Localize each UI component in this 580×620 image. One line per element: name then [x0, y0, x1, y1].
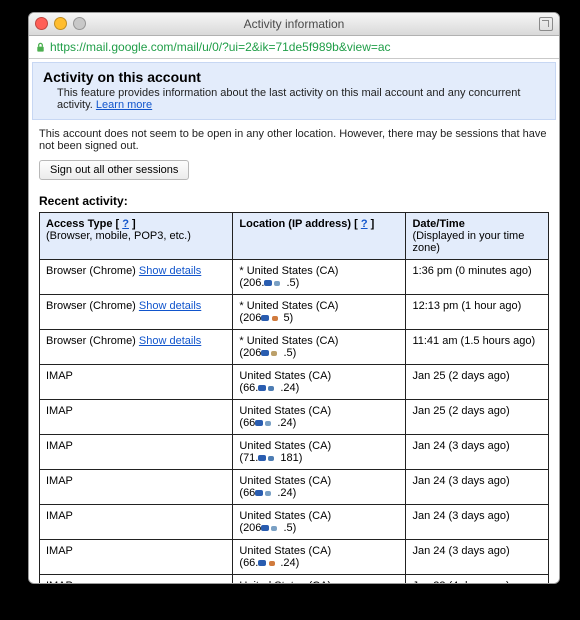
- table-row: IMAPUnited States (CA)(66.24)Jan 24 (3 d…: [40, 470, 549, 505]
- titlebar: Activity information: [29, 13, 559, 36]
- zoom-icon[interactable]: [73, 17, 86, 30]
- cell-access-type: Browser (Chrome) Show details: [40, 295, 233, 330]
- table-row: IMAPUnited States (CA)(206.5)Jan 24 (3 d…: [40, 505, 549, 540]
- cell-location: United States (CA)(71.181): [233, 435, 406, 470]
- table-row: IMAPUnited States (CA)(66..24)Jan 25 (2 …: [40, 365, 549, 400]
- banner-text: This feature provides information about …: [57, 87, 545, 111]
- location-help-link[interactable]: ?: [361, 218, 368, 230]
- redacted-ip-icon: [261, 348, 283, 358]
- popout-icon[interactable]: [539, 17, 553, 31]
- cell-location: United States (CA)(66..24): [233, 540, 406, 575]
- access-help-link[interactable]: ?: [122, 218, 129, 230]
- cell-date: Jan 24 (3 days ago): [406, 435, 549, 470]
- cell-access-type: Browser (Chrome) Show details: [40, 330, 233, 365]
- cell-location: United States (CA)(66..24): [233, 365, 406, 400]
- show-details-link[interactable]: Show details: [139, 265, 201, 277]
- popup-window: Activity information https://mail.google…: [28, 12, 560, 584]
- learn-more-link[interactable]: Learn more: [96, 99, 152, 111]
- redacted-ip-icon: [264, 278, 286, 288]
- redacted-ip-icon: [258, 453, 280, 463]
- cell-access-type: IMAP: [40, 400, 233, 435]
- cell-date: Jan 25 (2 days ago): [406, 365, 549, 400]
- col-access-type: Access Type [ ? ] (Browser, mobile, POP3…: [40, 213, 233, 260]
- table-row: IMAPUnited States (CA)(66.24)Jan 25 (2 d…: [40, 400, 549, 435]
- recent-activity-heading: Recent activity:: [39, 194, 549, 208]
- window-title: Activity information: [244, 17, 345, 31]
- table-row: IMAPUnited States (CA)(66..24)Jan 24 (3 …: [40, 540, 549, 575]
- redacted-ip-icon: [258, 558, 280, 568]
- redacted-ip-icon: [258, 383, 280, 393]
- col-location: Location (IP address) [ ? ]: [233, 213, 406, 260]
- cell-location: United States (CA)(66.24): [233, 400, 406, 435]
- cell-date: Jan 24 (3 days ago): [406, 540, 549, 575]
- redacted-ip-icon: [255, 488, 277, 498]
- cell-date: 11:41 am (1.5 hours ago): [406, 330, 549, 365]
- cell-access-type: IMAP: [40, 435, 233, 470]
- table-row: Browser (Chrome) Show details* United St…: [40, 330, 549, 365]
- cell-date: Jan 24 (3 days ago): [406, 470, 549, 505]
- table-row: Browser (Chrome) Show details* United St…: [40, 295, 549, 330]
- cell-location: United States (CA)(66.24): [233, 470, 406, 505]
- cell-access-type: IMAP: [40, 470, 233, 505]
- cell-date: 1:36 pm (0 minutes ago): [406, 260, 549, 295]
- cell-access-type: Browser (Chrome) Show details: [40, 260, 233, 295]
- url-bar: https://mail.google.com/mail/u/0/?ui=2&i…: [29, 36, 559, 59]
- cell-date: Jan 25 (2 days ago): [406, 400, 549, 435]
- cell-location: * United States (CA)(206..5): [233, 260, 406, 295]
- close-icon[interactable]: [35, 17, 48, 30]
- table-row: IMAPUnited States (CA)(71.181)Jan 24 (3 …: [40, 435, 549, 470]
- show-details-link[interactable]: Show details: [139, 335, 201, 347]
- url-text: https://mail.google.com/mail/u/0/?ui=2&i…: [50, 40, 391, 54]
- cell-access-type: IMAP: [40, 575, 233, 585]
- content-area: Activity on this account This feature pr…: [29, 59, 559, 584]
- table-row: Browser (Chrome) Show details* United St…: [40, 260, 549, 295]
- cell-date: 12:13 pm (1 hour ago): [406, 295, 549, 330]
- redacted-ip-icon: [261, 313, 283, 323]
- table-row: IMAPUnited States (CA)Jan 23 (4 days ago…: [40, 575, 549, 585]
- cell-date: Jan 24 (3 days ago): [406, 505, 549, 540]
- session-notice: This account does not seem to be open in…: [39, 128, 549, 152]
- redacted-ip-icon: [261, 523, 283, 533]
- cell-location: * United States (CA)(206.5): [233, 330, 406, 365]
- sign-out-sessions-button[interactable]: Sign out all other sessions: [39, 160, 189, 180]
- page-title: Activity on this account: [43, 69, 545, 85]
- show-details-link[interactable]: Show details: [139, 300, 201, 312]
- info-banner: Activity on this account This feature pr…: [32, 62, 556, 120]
- cell-location: * United States (CA)(2065): [233, 295, 406, 330]
- cell-date: Jan 23 (4 days ago): [406, 575, 549, 585]
- minimize-icon[interactable]: [54, 17, 67, 30]
- redacted-ip-icon: [255, 418, 277, 428]
- activity-table: Access Type [ ? ] (Browser, mobile, POP3…: [39, 212, 549, 584]
- cell-access-type: IMAP: [40, 365, 233, 400]
- lock-icon: [35, 42, 46, 53]
- cell-location: United States (CA)(206.5): [233, 505, 406, 540]
- table-header-row: Access Type [ ? ] (Browser, mobile, POP3…: [40, 213, 549, 260]
- col-date: Date/Time (Displayed in your time zone): [406, 213, 549, 260]
- cell-access-type: IMAP: [40, 540, 233, 575]
- cell-access-type: IMAP: [40, 505, 233, 540]
- cell-location: United States (CA): [233, 575, 406, 585]
